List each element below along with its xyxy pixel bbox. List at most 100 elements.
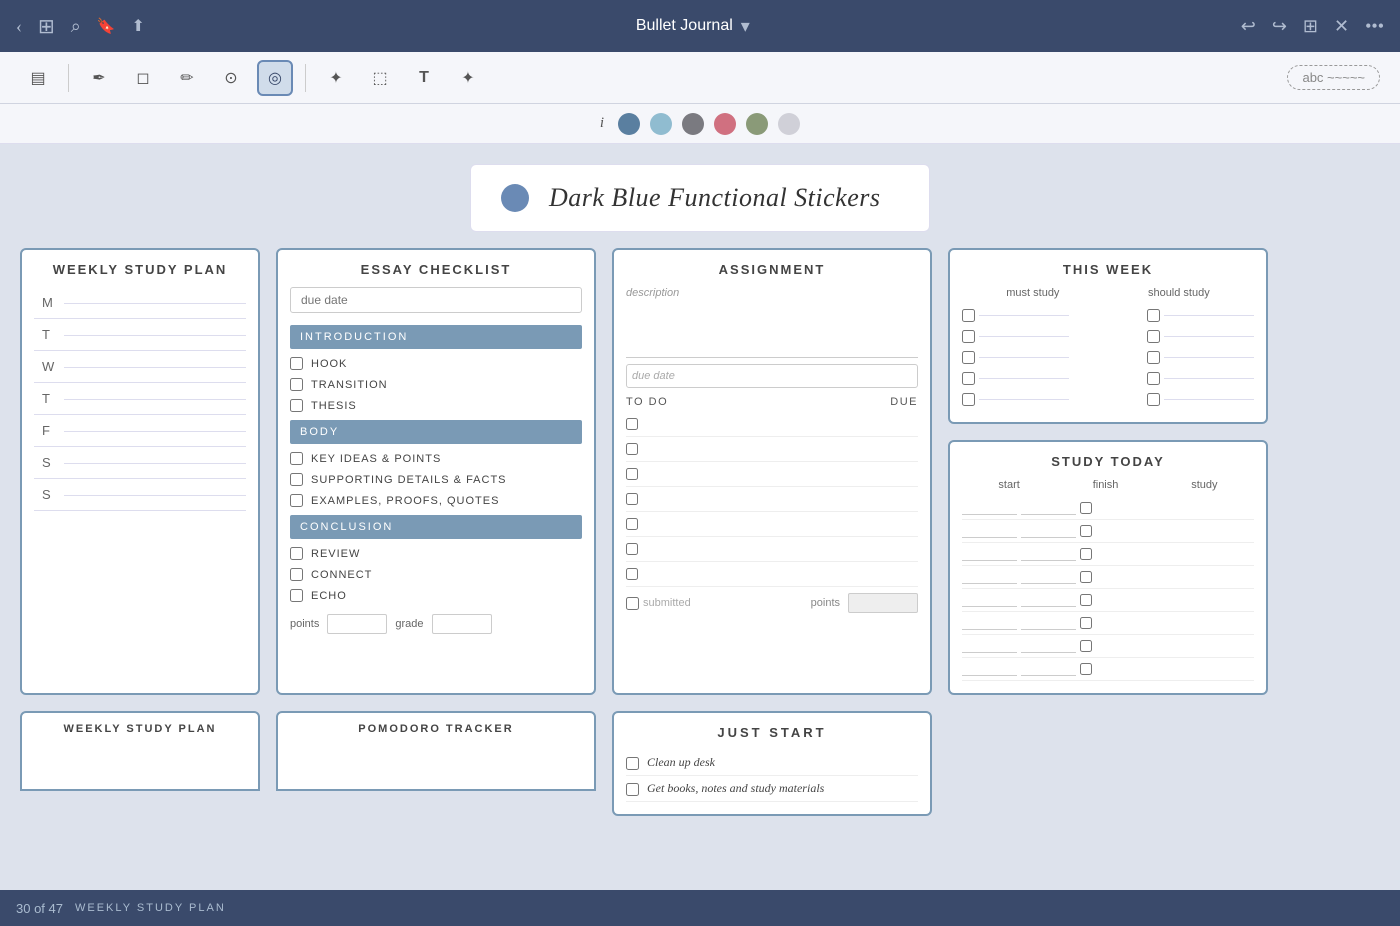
st-row-4 bbox=[962, 566, 1254, 589]
todo-check-2[interactable] bbox=[626, 443, 638, 455]
bottom-wsp-card: WEEKLY STUDY PLAN bbox=[20, 711, 260, 791]
points-label-footer: points bbox=[811, 597, 840, 609]
todo-check-6[interactable] bbox=[626, 543, 638, 555]
todo-check-7[interactable] bbox=[626, 568, 638, 580]
must-check-4[interactable] bbox=[962, 372, 975, 385]
should-check-5[interactable] bbox=[1147, 393, 1160, 406]
study-check-3[interactable] bbox=[1080, 548, 1092, 560]
must-check-1[interactable] bbox=[962, 309, 975, 322]
redo-button[interactable]: ↪ bbox=[1272, 16, 1287, 37]
st-row-5 bbox=[962, 589, 1254, 612]
close-button[interactable]: ✕ bbox=[1334, 16, 1349, 37]
share-button[interactable]: ⬆ bbox=[132, 16, 145, 36]
todo-row-2 bbox=[626, 437, 918, 462]
description-label: description bbox=[626, 287, 918, 299]
st-row-2 bbox=[962, 520, 1254, 543]
color-light-blue[interactable] bbox=[650, 113, 672, 135]
color-sage[interactable] bbox=[746, 113, 768, 135]
review-checkbox[interactable] bbox=[290, 547, 303, 560]
description-box[interactable] bbox=[626, 303, 918, 358]
abc-tool[interactable]: abc ~~~~~ bbox=[1287, 65, 1380, 90]
toolbar-separator-2 bbox=[305, 64, 306, 92]
wsp-day-row: F bbox=[34, 415, 246, 447]
grade-input-box[interactable] bbox=[432, 614, 492, 634]
thesis-checkbox[interactable] bbox=[290, 399, 303, 412]
supporting-checkbox[interactable] bbox=[290, 473, 303, 486]
day-s1: S bbox=[42, 455, 56, 470]
conclusion-header: CONCLUSION bbox=[290, 515, 582, 539]
js-check-2[interactable] bbox=[626, 783, 639, 796]
hook-checkbox[interactable] bbox=[290, 357, 303, 370]
start-label: start bbox=[998, 479, 1019, 491]
just-start-card: JUST START Clean up desk Get books, note… bbox=[612, 711, 932, 816]
due-date-box[interactable]: due date bbox=[626, 364, 918, 388]
eraser-tool[interactable]: ◻ bbox=[125, 60, 161, 96]
image-tool[interactable]: ⬚ bbox=[362, 60, 398, 96]
study-check-1[interactable] bbox=[1080, 502, 1092, 514]
must-check-2[interactable] bbox=[962, 330, 975, 343]
bookmark-button[interactable]: 🔖 bbox=[97, 17, 116, 36]
examples-checkbox[interactable] bbox=[290, 494, 303, 507]
wand-tool[interactable]: ✦ bbox=[450, 60, 486, 96]
color-gray[interactable] bbox=[682, 113, 704, 135]
essay-due-input[interactable] bbox=[290, 287, 582, 313]
app-title: Bullet Journal bbox=[636, 17, 733, 35]
tw-row-2 bbox=[962, 326, 1254, 347]
more-button[interactable]: ••• bbox=[1365, 16, 1384, 37]
back-button[interactable]: ‹ bbox=[16, 16, 22, 37]
study-check-6[interactable] bbox=[1080, 617, 1092, 629]
js-check-1[interactable] bbox=[626, 757, 639, 770]
color-dark-blue[interactable] bbox=[618, 113, 640, 135]
echo-checkbox[interactable] bbox=[290, 589, 303, 602]
todo-check-5[interactable] bbox=[626, 518, 638, 530]
top-nav: ‹ ⊞ ⌕ 🔖 ⬆ Bullet Journal ▾ ↩ ↪ ⊞ ✕ ••• bbox=[0, 0, 1400, 52]
submitted-checkbox[interactable] bbox=[626, 597, 639, 610]
must-check-5[interactable] bbox=[962, 393, 975, 406]
should-check-2[interactable] bbox=[1147, 330, 1160, 343]
transition-checkbox[interactable] bbox=[290, 378, 303, 391]
points-input-box[interactable] bbox=[327, 614, 387, 634]
connect-row: CONNECT bbox=[290, 564, 582, 585]
study-label: study bbox=[1191, 479, 1217, 491]
lasso-select-tool[interactable]: ◎ bbox=[257, 60, 293, 96]
should-check-4[interactable] bbox=[1147, 372, 1160, 385]
due-col-label: due bbox=[890, 396, 918, 408]
canvas: Dark Blue Functional Stickers WEEKLY STU… bbox=[0, 144, 1400, 926]
todo-check-4[interactable] bbox=[626, 493, 638, 505]
must-check-3[interactable] bbox=[962, 351, 975, 364]
connect-checkbox[interactable] bbox=[290, 568, 303, 581]
study-check-2[interactable] bbox=[1080, 525, 1092, 537]
lasso-tool[interactable]: ⊙ bbox=[213, 60, 249, 96]
examples-label: EXAMPLES, PROOFS, QUOTES bbox=[311, 495, 499, 507]
search-button[interactable]: ⌕ bbox=[71, 16, 81, 37]
pen-tool[interactable]: ✒ bbox=[81, 60, 117, 96]
todo-check-1[interactable] bbox=[626, 418, 638, 430]
study-check-7[interactable] bbox=[1080, 640, 1092, 652]
should-check-1[interactable] bbox=[1147, 309, 1160, 322]
hook-label: HOOK bbox=[311, 358, 347, 370]
st-row-7 bbox=[962, 635, 1254, 658]
day-m: M bbox=[42, 295, 56, 310]
color-pink[interactable] bbox=[714, 113, 736, 135]
new-page-button[interactable]: ⊞ bbox=[1303, 16, 1318, 37]
wsp-day-row: S bbox=[34, 479, 246, 511]
color-light-gray[interactable] bbox=[778, 113, 800, 135]
panel-tool[interactable]: ▤ bbox=[20, 60, 56, 96]
shapes-tool[interactable]: ✦ bbox=[318, 60, 354, 96]
nav-right: ↩ ↪ ⊞ ✕ ••• bbox=[1241, 16, 1384, 37]
essay-title: ESSAY CHECKLIST bbox=[290, 262, 582, 277]
highlighter-tool[interactable]: ✏ bbox=[169, 60, 205, 96]
study-check-5[interactable] bbox=[1080, 594, 1092, 606]
text-tool[interactable]: T bbox=[406, 60, 442, 96]
todo-check-3[interactable] bbox=[626, 468, 638, 480]
review-label: REVIEW bbox=[311, 548, 360, 560]
title-dropdown-icon[interactable]: ▾ bbox=[741, 16, 750, 37]
points-box-footer[interactable] bbox=[848, 593, 918, 613]
undo-button[interactable]: ↩ bbox=[1241, 16, 1256, 37]
key-ideas-checkbox[interactable] bbox=[290, 452, 303, 465]
study-check-8[interactable] bbox=[1080, 663, 1092, 675]
wsp-day-row: W bbox=[34, 351, 246, 383]
should-check-3[interactable] bbox=[1147, 351, 1160, 364]
study-check-4[interactable] bbox=[1080, 571, 1092, 583]
grid-view-button[interactable]: ⊞ bbox=[38, 14, 55, 39]
